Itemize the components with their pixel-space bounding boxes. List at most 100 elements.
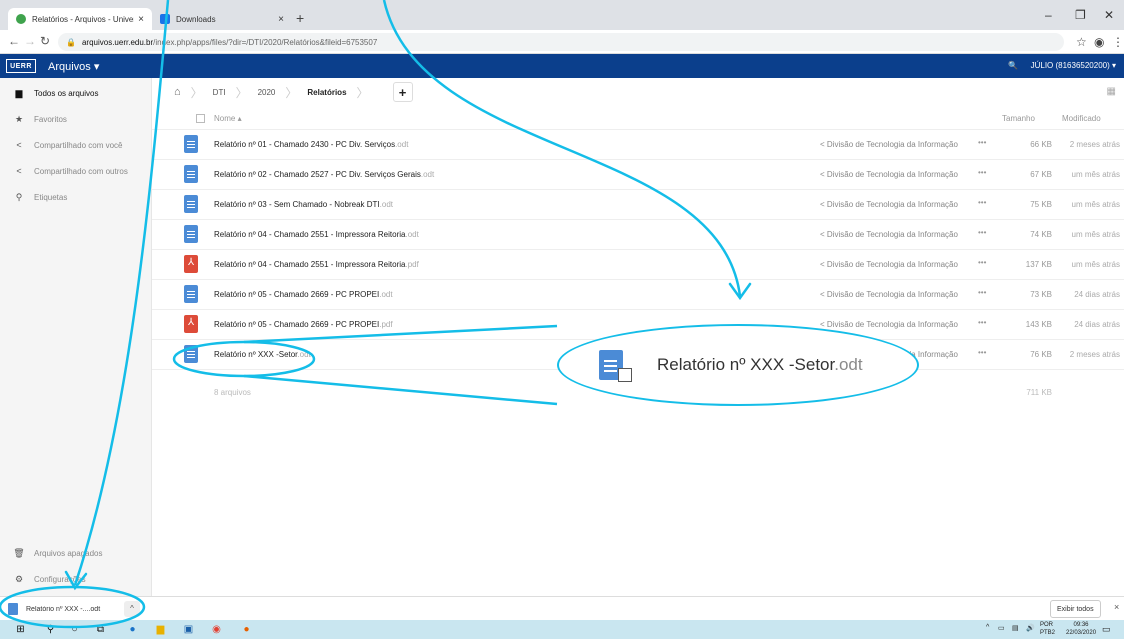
chrome-icon[interactable]: ◉ bbox=[210, 623, 223, 636]
column-name[interactable]: Nome ▴ bbox=[214, 114, 242, 123]
table-row[interactable]: Relatório nº 02 - Chamado 2527 - PC Div.… bbox=[152, 160, 1124, 190]
sidebar-item-trash[interactable]: 🗑 Arquivos apagados bbox=[0, 540, 152, 566]
tab-label: Relatórios - Arquivos - Universid bbox=[32, 14, 134, 24]
shared-with[interactable]: < Divisão de Tecnologia da Informação bbox=[820, 230, 958, 239]
edge-icon[interactable]: ● bbox=[126, 623, 139, 636]
tray-chevron-icon[interactable]: ^ bbox=[986, 624, 989, 631]
file-explorer-icon[interactable]: ▆ bbox=[154, 623, 167, 636]
more-actions-icon[interactable]: ••• bbox=[978, 228, 986, 237]
grid-view-icon[interactable]: ▦ bbox=[1107, 86, 1116, 97]
table-row[interactable]: Relatório nº 04 - Chamado 2551 - Impress… bbox=[152, 220, 1124, 250]
tab-close-icon[interactable]: × bbox=[278, 14, 284, 25]
table-row[interactable]: Relatório nº 05 - Chamado 2669 - PC PROP… bbox=[152, 280, 1124, 310]
app-header: UERR Arquivos ▾ 🔍 JÚLIO (81636520200) ▾ bbox=[0, 54, 1124, 78]
tab-close-icon[interactable]: × bbox=[138, 14, 144, 25]
breadcrumb-relatorios[interactable]: Relatórios bbox=[307, 88, 346, 97]
windows-taskbar: ⊞ ⚲ ○ ⧉ ● ▆ ▣ ◉ ● ^ ▭ ▤ 🔊 POR PTB2 09:36… bbox=[0, 620, 1124, 639]
table-row[interactable]: Relatório nº 01 - Chamado 2430 - PC Div.… bbox=[152, 130, 1124, 160]
shared-with[interactable]: < Divisão de Tecnologia da Informação bbox=[820, 290, 958, 299]
store-icon[interactable]: ▣ bbox=[182, 623, 195, 636]
more-actions-icon[interactable]: ••• bbox=[978, 258, 986, 267]
new-button[interactable]: + bbox=[392, 82, 413, 102]
sidebar-item-shared-with-you[interactable]: < Compartilhado com você bbox=[0, 132, 152, 158]
user-name: JÚLIO (81636520200) ▾ bbox=[1030, 61, 1116, 70]
language-indicator[interactable]: POR PTB2 bbox=[1040, 621, 1055, 637]
downloads-close-icon[interactable]: × bbox=[1114, 602, 1119, 612]
tab-downloads[interactable]: Downloads × bbox=[152, 8, 292, 30]
window-close-icon[interactable]: ✕ bbox=[1104, 8, 1114, 22]
task-view-icon[interactable]: ⧉ bbox=[94, 623, 107, 636]
firefox-icon[interactable]: ● bbox=[240, 623, 253, 636]
reload-icon[interactable]: ↻ bbox=[40, 34, 50, 48]
file-name[interactable]: Relatório nº 05 - Chamado 2669 - PC PROP… bbox=[214, 320, 393, 329]
app-menu[interactable]: Arquivos ▾ bbox=[48, 60, 99, 73]
file-size: 67 KB bbox=[1030, 170, 1052, 179]
forward-icon[interactable]: → bbox=[24, 34, 36, 48]
table-row[interactable]: Relatório nº 03 - Sem Chamado - Nobreak … bbox=[152, 190, 1124, 220]
column-size[interactable]: Tamanho bbox=[1002, 114, 1035, 123]
breadcrumb-dti[interactable]: DTI bbox=[213, 88, 226, 97]
breadcrumb-2020[interactable]: 2020 bbox=[258, 88, 276, 97]
column-modified[interactable]: Modificado bbox=[1062, 114, 1101, 123]
more-actions-icon[interactable]: ••• bbox=[978, 198, 986, 207]
shared-with[interactable]: < Divisão de Tecnologia da Informação bbox=[820, 260, 958, 269]
new-tab-button[interactable]: + bbox=[296, 10, 304, 26]
tab-relatorios[interactable]: Relatórios - Arquivos - Universid × bbox=[8, 8, 152, 30]
download-file-name: Relatório nº XXX -....odt bbox=[26, 605, 101, 613]
sidebar-item-tags[interactable]: ⚲ Etiquetas bbox=[0, 184, 152, 210]
breadcrumb-separator: 〉 bbox=[235, 85, 248, 100]
more-actions-icon[interactable]: ••• bbox=[978, 318, 986, 327]
search-icon[interactable]: ⚲ bbox=[44, 623, 57, 636]
shared-with[interactable]: < Divisão de Tecnologia da Informação bbox=[820, 200, 958, 209]
bookmark-star-icon[interactable]: ☆ bbox=[1076, 35, 1087, 49]
file-name[interactable]: Relatório nº 02 - Chamado 2527 - PC Div.… bbox=[214, 170, 434, 179]
file-count: 8 arquivos bbox=[214, 388, 251, 397]
sidebar-item-settings[interactable]: ⚙ Configurações bbox=[0, 566, 152, 592]
more-actions-icon[interactable]: ••• bbox=[978, 168, 986, 177]
home-icon[interactable]: ⌂ bbox=[174, 86, 181, 98]
download-item[interactable]: Relatório nº XXX -....odt ^ bbox=[8, 600, 140, 618]
file-modified: um mês atrás bbox=[1071, 200, 1120, 209]
more-actions-icon[interactable]: ••• bbox=[978, 348, 986, 357]
chevron-up-icon[interactable]: ^ bbox=[124, 601, 140, 617]
cortana-icon[interactable]: ○ bbox=[68, 623, 81, 636]
odt-document-icon bbox=[184, 285, 198, 303]
battery-icon[interactable]: ▭ bbox=[998, 624, 1005, 632]
sidebar-item-shared-with-others[interactable]: < Compartilhado com outros bbox=[0, 158, 152, 184]
volume-icon[interactable]: 🔊 bbox=[1026, 624, 1035, 632]
menu-kebab-icon[interactable]: ⋮ bbox=[1112, 35, 1124, 49]
shared-with[interactable]: < Divisão de Tecnologia da Informação bbox=[820, 170, 958, 179]
zoom-file-name: Relatório nº XXX -Setor.odt bbox=[657, 355, 863, 374]
user-menu[interactable]: 🔍 JÚLIO (81636520200) ▾ bbox=[1008, 61, 1116, 70]
more-actions-icon[interactable]: ••• bbox=[978, 288, 986, 297]
network-icon[interactable]: ▤ bbox=[1012, 624, 1019, 632]
shared-with[interactable]: < Divisão de Tecnologia da Informação bbox=[820, 140, 958, 149]
windows-start-icon[interactable]: ⊞ bbox=[14, 623, 27, 636]
file-name[interactable]: Relatório nº 04 - Chamado 2551 - Impress… bbox=[214, 260, 419, 269]
file-name[interactable]: Relatório nº 01 - Chamado 2430 - PC Div.… bbox=[214, 140, 408, 149]
show-all-button[interactable]: Exibir todos bbox=[1050, 600, 1101, 618]
profile-icon[interactable]: ◉ bbox=[1094, 35, 1104, 49]
breadcrumb-separator: 〉 bbox=[190, 85, 203, 100]
pdf-document-icon bbox=[184, 315, 198, 333]
uerr-logo[interactable]: UERR bbox=[6, 59, 36, 73]
maximize-icon[interactable]: ❐ bbox=[1075, 8, 1086, 22]
file-name[interactable]: Relatório nº 03 - Sem Chamado - Nobreak … bbox=[214, 200, 393, 209]
back-icon[interactable]: ← bbox=[8, 34, 20, 48]
url-bar[interactable]: 🔒 arquivos.uerr.edu.br /index.php/apps/f… bbox=[58, 33, 1064, 51]
table-row[interactable]: Relatório nº 04 - Chamado 2551 - Impress… bbox=[152, 250, 1124, 280]
file-name[interactable]: Relatório nº XXX -Setor.odt bbox=[214, 350, 311, 359]
shared-with[interactable]: < Divisão de Tecnologia da Informação bbox=[820, 320, 958, 329]
clock[interactable]: 09:36 22/03/2020 bbox=[1066, 621, 1096, 637]
file-name[interactable]: Relatório nº 04 - Chamado 2551 - Impress… bbox=[214, 230, 419, 239]
sidebar-item-favorites[interactable]: ★ Favoritos bbox=[0, 106, 152, 132]
minimize-icon[interactable]: – bbox=[1045, 8, 1052, 22]
select-all-checkbox[interactable] bbox=[196, 114, 205, 123]
more-actions-icon[interactable]: ••• bbox=[978, 138, 986, 147]
sidebar-item-all-files[interactable]: ▆ Todos os arquivos bbox=[0, 80, 152, 106]
search-icon[interactable]: 🔍 bbox=[1008, 61, 1018, 70]
file-name[interactable]: Relatório nº 05 - Chamado 2669 - PC PROP… bbox=[214, 290, 393, 299]
file-size: 66 KB bbox=[1030, 140, 1052, 149]
breadcrumb-separator: 〉 bbox=[356, 85, 369, 100]
notifications-icon[interactable]: ▭ bbox=[1102, 624, 1111, 635]
